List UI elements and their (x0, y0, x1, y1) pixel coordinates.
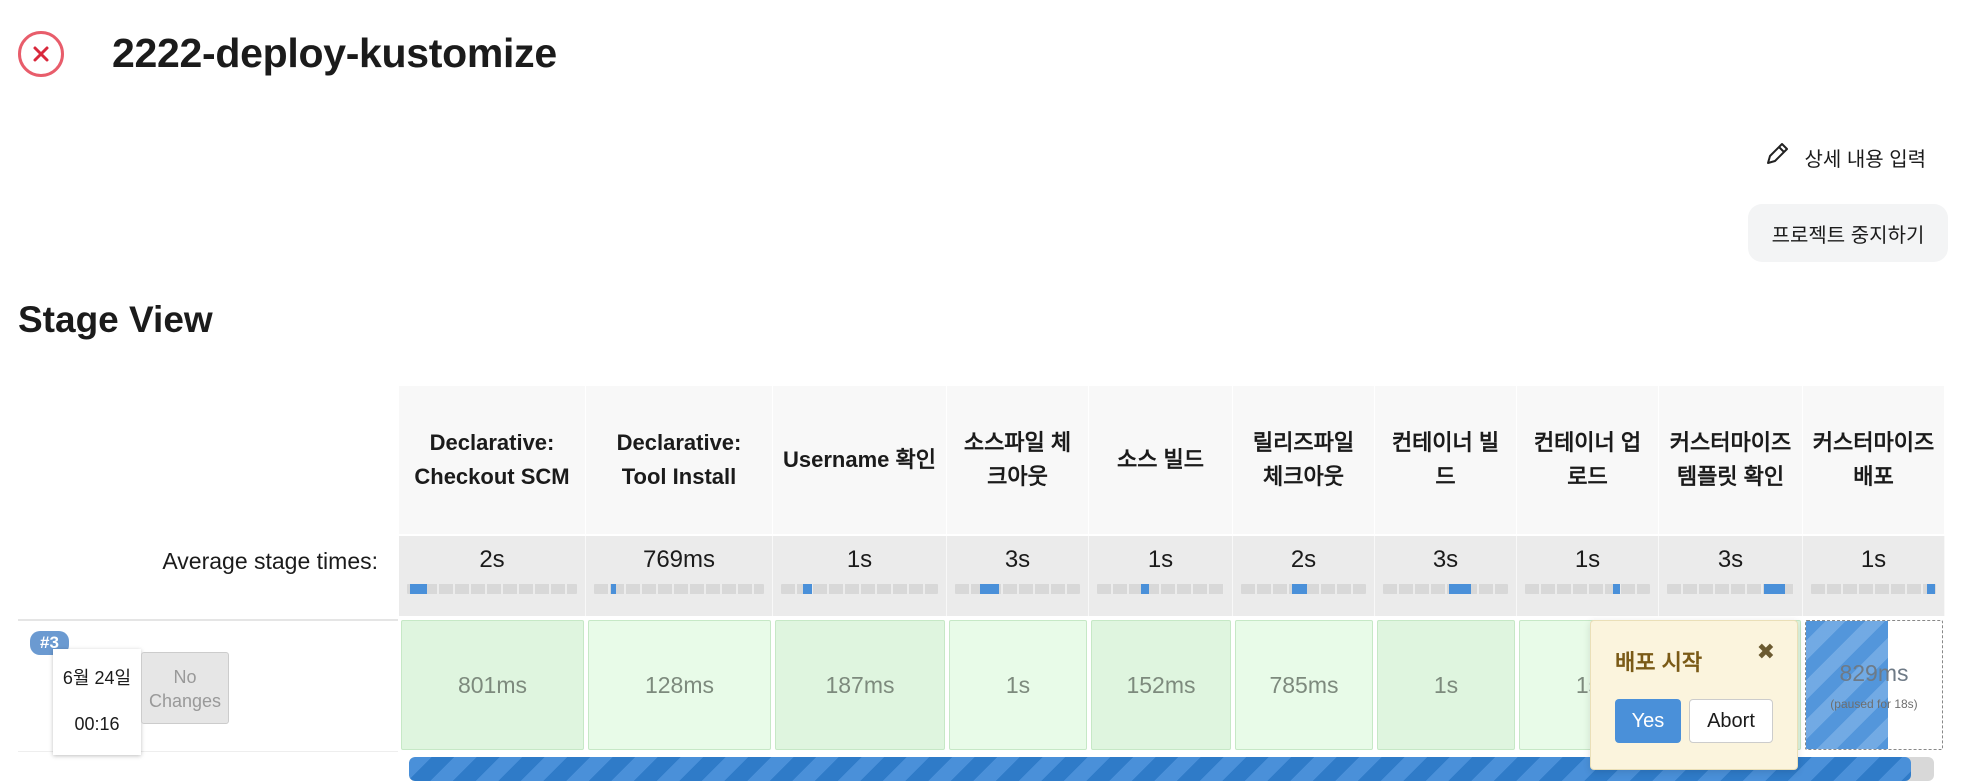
stage-average-track (1525, 584, 1650, 594)
edit-description-link[interactable]: 상세 내용 입력 (1748, 138, 1948, 176)
stage-average-track (781, 584, 938, 594)
stage-header: 릴리즈파일 체크아웃 (1233, 386, 1375, 534)
stage-average-fill (1612, 584, 1620, 594)
stage-average-time: 1s (1147, 546, 1174, 573)
stage-run-time: 785ms (1269, 671, 1339, 698)
edit-description-label: 상세 내용 입력 (1804, 148, 1926, 171)
page-header: 2222-deploy-kustomize (18, 30, 557, 77)
stage-average-fill (1292, 584, 1308, 594)
pencil-icon (1764, 141, 1790, 173)
paused-note: (paused for 18s) (1830, 696, 1918, 711)
stage-average-fill (1141, 584, 1150, 594)
stage-average-time: 769ms (642, 546, 716, 573)
stage-run-time: 1s (1005, 671, 1031, 698)
stage-run-cell[interactable]: 829ms (paused for 18s) (1805, 620, 1943, 750)
stage-average-track (1383, 584, 1508, 594)
build-time: 00:16 (74, 714, 120, 734)
stage-average-time: 1s (1574, 546, 1601, 573)
stage-average-track (1811, 584, 1936, 594)
stage-average-track (1667, 584, 1794, 594)
stage-average-track (594, 584, 764, 594)
failed-x-icon (18, 30, 64, 77)
stage-run-cell[interactable]: 128ms (588, 620, 771, 750)
stage-run-time: 1s (1433, 671, 1459, 698)
stage-average-cell: 2s (399, 536, 586, 616)
yes-button[interactable]: Yes (1615, 699, 1681, 743)
input-prompt-popover: 배포 시작 ✖ Yes Abort (1590, 620, 1798, 770)
stage-average-fill (1927, 584, 1935, 594)
side-actions: 상세 내용 입력 프로젝트 중지하기 (1748, 138, 1948, 262)
stage-average-cell: 1s (1517, 536, 1659, 616)
stage-average-fill (1763, 584, 1786, 594)
stage-average-fill (1449, 584, 1471, 594)
changes-box[interactable]: No Changes (141, 652, 229, 724)
stage-header: Username 확인 (773, 386, 947, 534)
stage-average-cell: 1s (773, 536, 947, 616)
stage-header: Declarative: Tool Install (586, 386, 773, 534)
stage-view-title: Stage View (18, 299, 213, 340)
stage-header: 컨테이너 빌드 (1375, 386, 1517, 534)
stage-average-cell: 2s (1233, 536, 1375, 616)
stage-average-track (407, 584, 577, 594)
stage-average-fill (802, 584, 813, 594)
stage-average-time: 3s (1004, 546, 1031, 573)
stage-header: 소스 빌드 (1089, 386, 1233, 534)
stage-average-time: 1s (1860, 546, 1887, 573)
stage-header: Declarative: Checkout SCM (399, 386, 586, 534)
stage-average-cell: 769ms (586, 536, 773, 616)
stage-average-time: 2s (479, 546, 505, 573)
stage-average-track (1241, 584, 1366, 594)
stage-run-time: 187ms (825, 671, 895, 698)
stage-run-cell[interactable]: 801ms (401, 620, 584, 750)
stage-average-track (955, 584, 1080, 594)
stage-average-time: 1s (846, 546, 873, 573)
abort-button[interactable]: Abort (1689, 699, 1773, 743)
stage-header: 소스파일 체크아웃 (947, 386, 1089, 534)
stage-header: 커스터마이즈 배포 (1803, 386, 1945, 534)
build-row[interactable]: #3 6월 24일 00:16 No Changes (18, 619, 398, 755)
stage-header: 컨테이너 업로드 (1517, 386, 1659, 534)
average-stage-times-label: Average stage times: (162, 548, 378, 574)
stage-run-cell[interactable]: 785ms (1235, 620, 1373, 750)
stage-run-time: 801ms (457, 671, 528, 698)
stage-run-cell[interactable]: 1s (1377, 620, 1515, 750)
stage-header: 커스터마이즈 템플릿 확인 (1659, 386, 1803, 534)
stage-run-time: 152ms (1126, 671, 1196, 698)
build-date: 6월 24일 (62, 668, 132, 688)
stage-average-time: 2s (1290, 546, 1317, 573)
close-x-icon[interactable]: ✖ (1757, 639, 1775, 665)
stage-average-cell: 1s (1803, 536, 1945, 616)
stage-average-cell: 3s (1659, 536, 1803, 616)
stage-average-time: 3s (1432, 546, 1459, 573)
stage-run-time: 128ms (644, 671, 715, 698)
stage-run-cell[interactable]: 1s (949, 620, 1087, 750)
stage-average-time: 3s (1717, 546, 1744, 573)
input-prompt-title: 배포 시작 (1615, 650, 1703, 675)
stage-average-cell: 3s (1375, 536, 1517, 616)
stage-average-fill (611, 584, 617, 594)
page-title: 2222-deploy-kustomize (112, 30, 557, 76)
stage-average-fill (410, 584, 428, 594)
stage-run-time: 829ms (1839, 659, 1909, 686)
stage-average-cell: 1s (1089, 536, 1233, 616)
stage-run-cell[interactable]: 152ms (1091, 620, 1231, 750)
stage-run-cell[interactable]: 187ms (775, 620, 945, 750)
stage-average-cell: 3s (947, 536, 1089, 616)
build-timestamp: 6월 24일 00:16 (53, 649, 141, 755)
stop-project-button[interactable]: 프로젝트 중지하기 (1748, 204, 1948, 262)
stage-average-fill (980, 584, 999, 594)
stage-average-track (1097, 584, 1224, 594)
